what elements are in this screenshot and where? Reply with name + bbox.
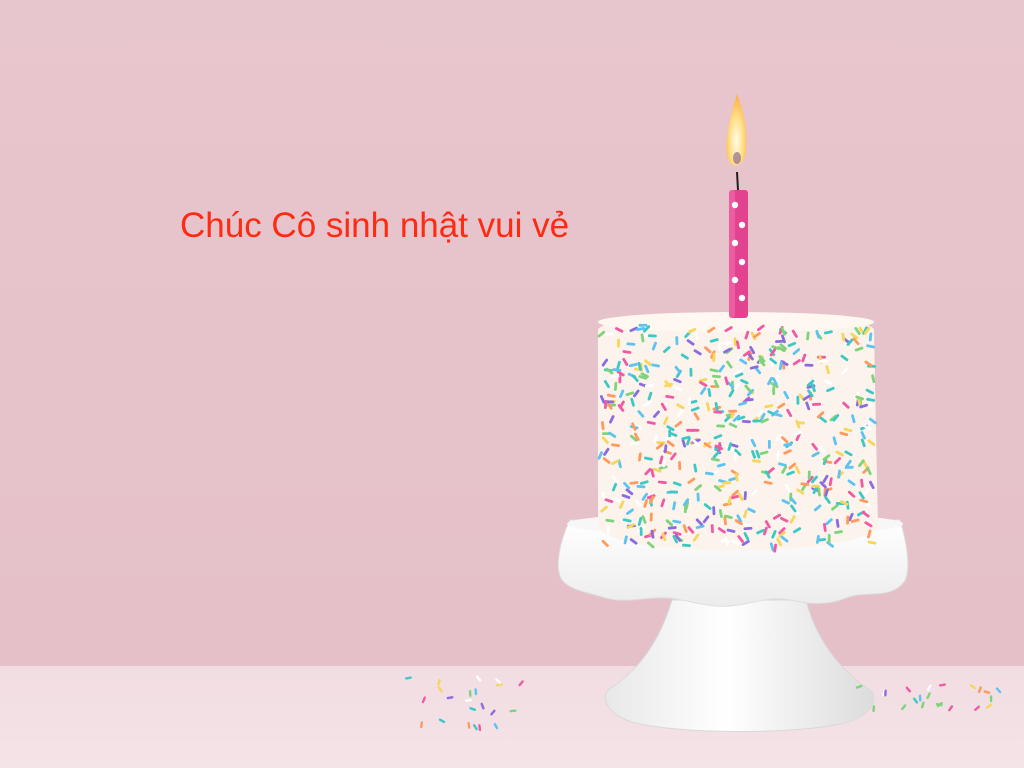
candle — [729, 171, 748, 318]
cake — [597, 312, 878, 553]
greeting-text: Chúc Cô sinh nhật vui vẻ — [180, 206, 570, 245]
birthday-photo: Chúc Cô sinh nhật vui vẻ — [0, 0, 1024, 768]
cake-stand-base — [604, 599, 875, 732]
cake-illustration — [404, 94, 1002, 732]
